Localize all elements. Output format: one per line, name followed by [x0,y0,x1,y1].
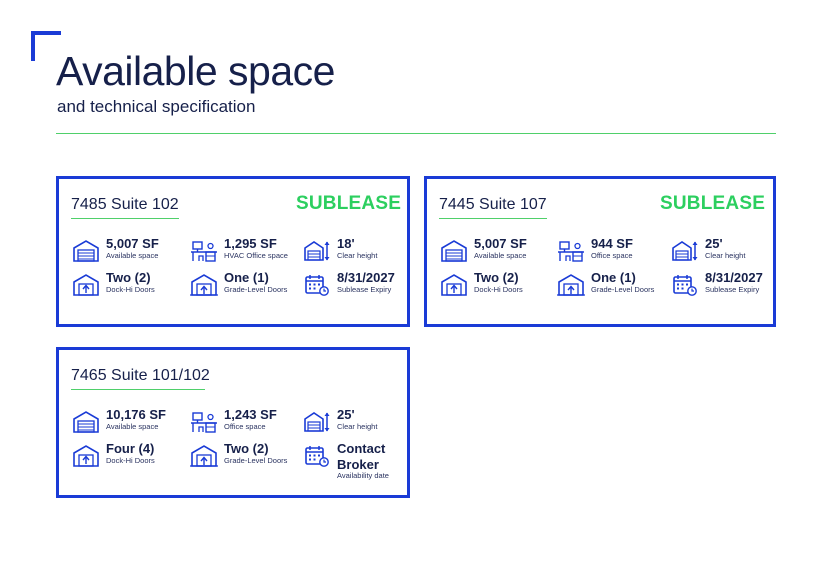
garage-icon [440,239,468,263]
spec-label: Availability date [337,471,389,480]
spec-label: Clear height [705,251,746,260]
spec-label: Dock-Hi Doors [474,285,523,294]
garage-icon [72,410,100,434]
spec-label: Dock-Hi Doors [106,456,155,465]
page-title: Available space [56,48,335,94]
office-desk-icon [190,239,218,263]
spec-value: Two (2) [224,441,269,456]
spec-label: Office space [591,251,633,260]
garage-icon [72,239,100,263]
spec-value: Four (4) [106,441,155,456]
spec-label: Clear height [337,251,378,260]
spec-label: Grade-Level Doors [591,285,655,294]
card-title-underline [439,218,547,219]
calendar-icon [671,273,699,297]
space-card-7465-suite-101-102: 7465 Suite 101/102 10,176 SF Available s… [56,347,410,498]
dock-door-icon [72,444,100,468]
spec-value: 8/31/2027 [705,270,763,285]
clear-height-icon [303,239,331,263]
space-card-7445-suite-107: 7445 Suite 107 SUBLEASE 5,007 SF Availab… [424,176,776,327]
spec-value: 18' [337,236,355,251]
spec-label: Available space [106,422,159,431]
spec-label: Sublease Expiry [337,285,392,294]
card-title-underline [71,389,205,390]
spec-label: Grade-Level Doors [224,456,288,465]
spec-value: Two (2) [474,270,519,285]
grade-door-icon [190,444,218,468]
calendar-icon [303,273,331,297]
header-divider [56,133,776,134]
spec-label: Available space [474,251,527,260]
spec-label: Dock-Hi Doors [106,285,155,294]
card-title: 7465 Suite 101/102 [71,367,210,384]
spec-value: 5,007 SF [474,236,527,251]
grade-door-icon [557,273,585,297]
spec-value: Two (2) [106,270,151,285]
spec-value: 5,007 SF [106,236,159,251]
spec-value: One (1) [224,270,269,285]
clear-height-icon [671,239,699,263]
spec-label: HVAC Office space [224,251,288,260]
dock-door-icon [72,273,100,297]
office-desk-icon [557,239,585,263]
card-title: 7485 Suite 102 [71,196,179,213]
clear-height-icon [303,410,331,434]
spec-value: 8/31/2027 [337,270,395,285]
spec-label: Sublease Expiry [705,285,760,294]
spec-label: Available space [106,251,159,260]
spec-label: Grade-Level Doors [224,285,288,294]
sublease-badge: SUBLEASE [296,193,402,214]
office-desk-icon [190,410,218,434]
spec-value: 1,295 SF [224,236,277,251]
dock-door-icon [440,273,468,297]
spec-label: Office space [224,422,266,431]
spec-value: 10,176 SF [106,407,166,422]
grade-door-icon [190,273,218,297]
calendar-icon [303,444,331,468]
spec-value: One (1) [591,270,636,285]
spec-value: Contact Broker [337,441,386,472]
spec-value: 25' [337,407,355,422]
card-title: 7445 Suite 107 [439,196,547,213]
spec-value: 944 SF [591,236,633,251]
spec-value: 1,243 SF [224,407,277,422]
space-card-7485-suite-102: 7485 Suite 102 SUBLEASE 5,007 SF Availab… [56,176,410,327]
page-subtitle: and technical specification [57,97,256,116]
spec-value: 25' [705,236,723,251]
card-title-underline [71,218,179,219]
sublease-badge: SUBLEASE [660,193,766,214]
spec-label: Clear height [337,422,378,431]
